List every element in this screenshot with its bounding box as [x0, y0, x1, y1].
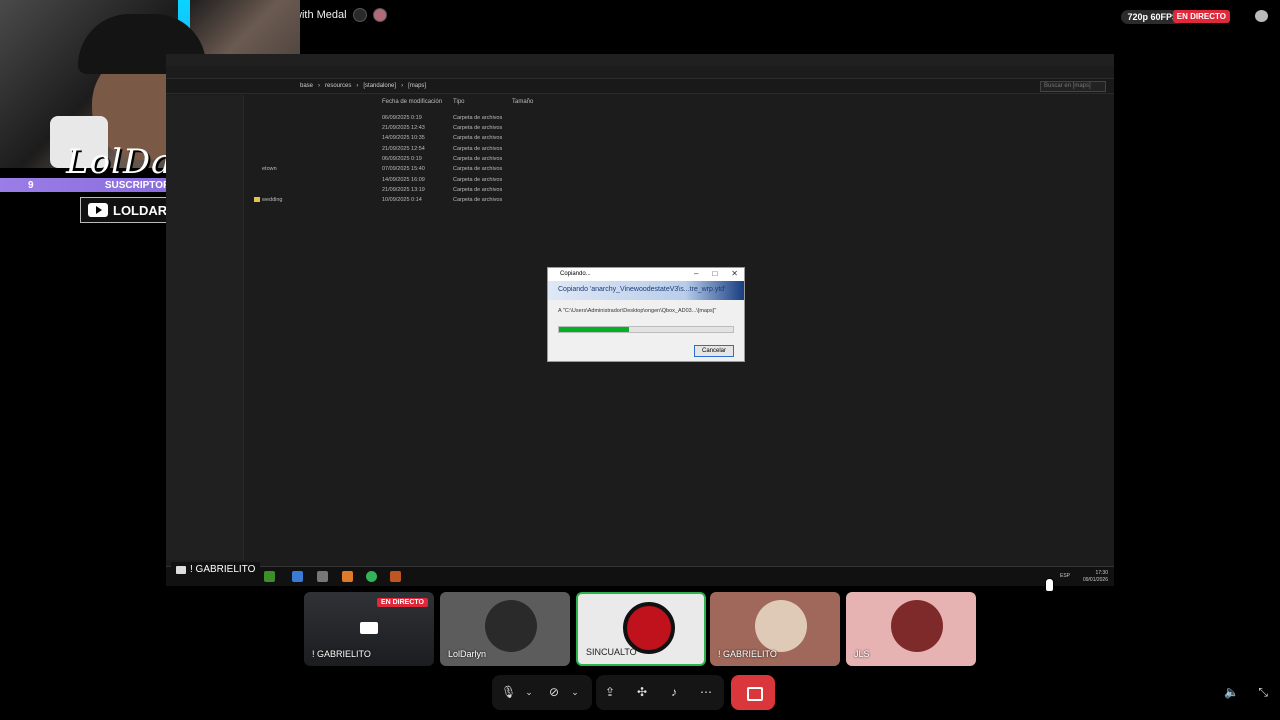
cancel-button[interactable]: Cancelar [694, 345, 734, 357]
column-header-type[interactable]: Tipo [453, 99, 464, 105]
avatar [485, 600, 537, 652]
app-icon[interactable] [390, 571, 401, 582]
mouse-cursor-icon [1045, 578, 1054, 592]
app-icon[interactable] [366, 571, 377, 582]
copy-destination: A "C:\Users\Administrador\Desktop\ongen\… [558, 308, 717, 314]
participant-tile[interactable]: SINCUALTO [576, 592, 706, 666]
breadcrumb-item[interactable]: resources [325, 83, 351, 89]
list-item[interactable]: 06/09/2025 0:19 Carpeta de archivos [262, 156, 522, 166]
breadcrumb-item[interactable]: base [300, 83, 313, 89]
list-item[interactable]: 14/09/2025 10:35 Carpeta de archivos [262, 135, 522, 145]
list-item[interactable]: 14/09/2025 16:09 Carpeta de archivos [262, 177, 522, 187]
stream-title: with Medal [294, 8, 387, 22]
explorer-titlebar [166, 54, 1114, 66]
minimize-icon[interactable]: – [694, 269, 698, 278]
search-input[interactable]: Buscar en [maps] [1040, 81, 1106, 92]
participant-tile[interactable]: EN DIRECTO ! GABRIELITO [304, 592, 434, 666]
language-indicator[interactable]: ESP [1060, 573, 1070, 579]
stream-title-text: with Medal [294, 9, 347, 21]
live-badge: EN DIRECTO [376, 598, 428, 607]
breadcrumb: base › resources › [standalone] › [maps] [300, 83, 427, 89]
exit-fullscreen-icon[interactable]: ⤡ [1258, 685, 1268, 700]
participant-name: ! GABRIELITO [312, 649, 371, 659]
participant-name: JLS [854, 649, 870, 659]
dialog-title: Copiando... [560, 271, 591, 277]
copy-heading: Copiando 'anarchy_VinewoodestateV3\s...t… [548, 281, 744, 300]
chevron-down-icon[interactable]: ⌄ [522, 685, 536, 699]
volume-icon[interactable]: 🔈 [1224, 685, 1239, 699]
presenter-name: ! GABRIELITO [190, 564, 256, 575]
soundboard-icon[interactable]: ♪ [667, 685, 681, 699]
participant-tile[interactable]: LolDarlyn [440, 592, 570, 666]
list-item[interactable]: 21/09/2025 13:19 Carpeta de archivos [262, 187, 522, 197]
avatar [755, 600, 807, 652]
copy-progress-dialog: Copiando... – □ ✕ Copiando 'anarchy_Vinewo… [547, 267, 745, 362]
column-header-date[interactable]: Fecha de modificación [382, 99, 442, 105]
avatar [891, 600, 943, 652]
column-header-size[interactable]: Tamaño [512, 99, 533, 105]
presenter-label: ! GABRIELITO [171, 562, 261, 577]
screen-share-icon[interactable]: ⇪ [603, 685, 617, 699]
chat-icon[interactable] [1255, 10, 1268, 22]
app-icon[interactable] [342, 571, 353, 582]
shared-screen: base › resources › [standalone] › [maps] Bu… [166, 54, 1114, 586]
participant-tile[interactable]: ! GABRIELITO [710, 592, 840, 666]
copy-progress-bar [558, 326, 734, 333]
leave-call-button[interactable] [731, 675, 775, 710]
navigation-pane [166, 95, 244, 560]
participant-tile[interactable]: JLS [846, 592, 976, 666]
dialog-titlebar: Copiando... – □ ✕ [548, 268, 744, 281]
avatar [372, 8, 387, 22]
sub-count-left: 9 [28, 179, 34, 191]
breadcrumb-item[interactable]: [maps] [408, 83, 426, 89]
maximize-icon: □ [712, 269, 718, 278]
windows-taskbar: ESP 17:30 09/01/2026 [166, 566, 1114, 586]
participant-name: SINCUALTO [586, 647, 637, 657]
participant-name: ! GABRIELITO [718, 649, 777, 659]
medal-badge-icon [352, 8, 367, 22]
live-badge: EN DIRECTO [1172, 10, 1230, 23]
list-item[interactable]: 06/09/2025 0:19 Carpeta de archivos [262, 115, 522, 125]
participant-name: LolDarlyn [448, 649, 487, 659]
microphone-icon[interactable]: 🎙 [501, 685, 516, 699]
folder-icon [254, 197, 260, 203]
chevron-down-icon[interactable]: ⌄ [568, 685, 582, 699]
youtube-icon [88, 203, 108, 217]
more-options-icon[interactable]: ⋯ [699, 685, 713, 699]
progress-fill [559, 327, 629, 332]
file-explorer-icon[interactable] [264, 571, 275, 582]
activities-icon[interactable]: ✣ [635, 685, 649, 699]
breadcrumb-item[interactable]: [standalone] [363, 83, 396, 89]
screen-share-icon [176, 565, 186, 574]
screen-share-icon [360, 622, 378, 634]
list-item[interactable]: 21/09/2025 12:43 Carpeta de archivos [262, 125, 522, 135]
list-item[interactable]: wedding 10/09/2025 0:14 Carpeta de archivo… [254, 197, 522, 207]
list-item[interactable]: 21/09/2025 12:54 Carpeta de archivos [262, 146, 522, 156]
close-icon[interactable]: ✕ [731, 269, 738, 278]
list-item[interactable]: etown 07/09/2025 15:40 Carpeta de archivos [262, 166, 522, 176]
app-icon[interactable] [292, 571, 303, 582]
app-icon[interactable] [317, 571, 328, 582]
camera-off-icon[interactable]: ⊘ [547, 685, 561, 699]
taskbar-clock[interactable]: 17:30 09/01/2026 [1083, 570, 1108, 584]
